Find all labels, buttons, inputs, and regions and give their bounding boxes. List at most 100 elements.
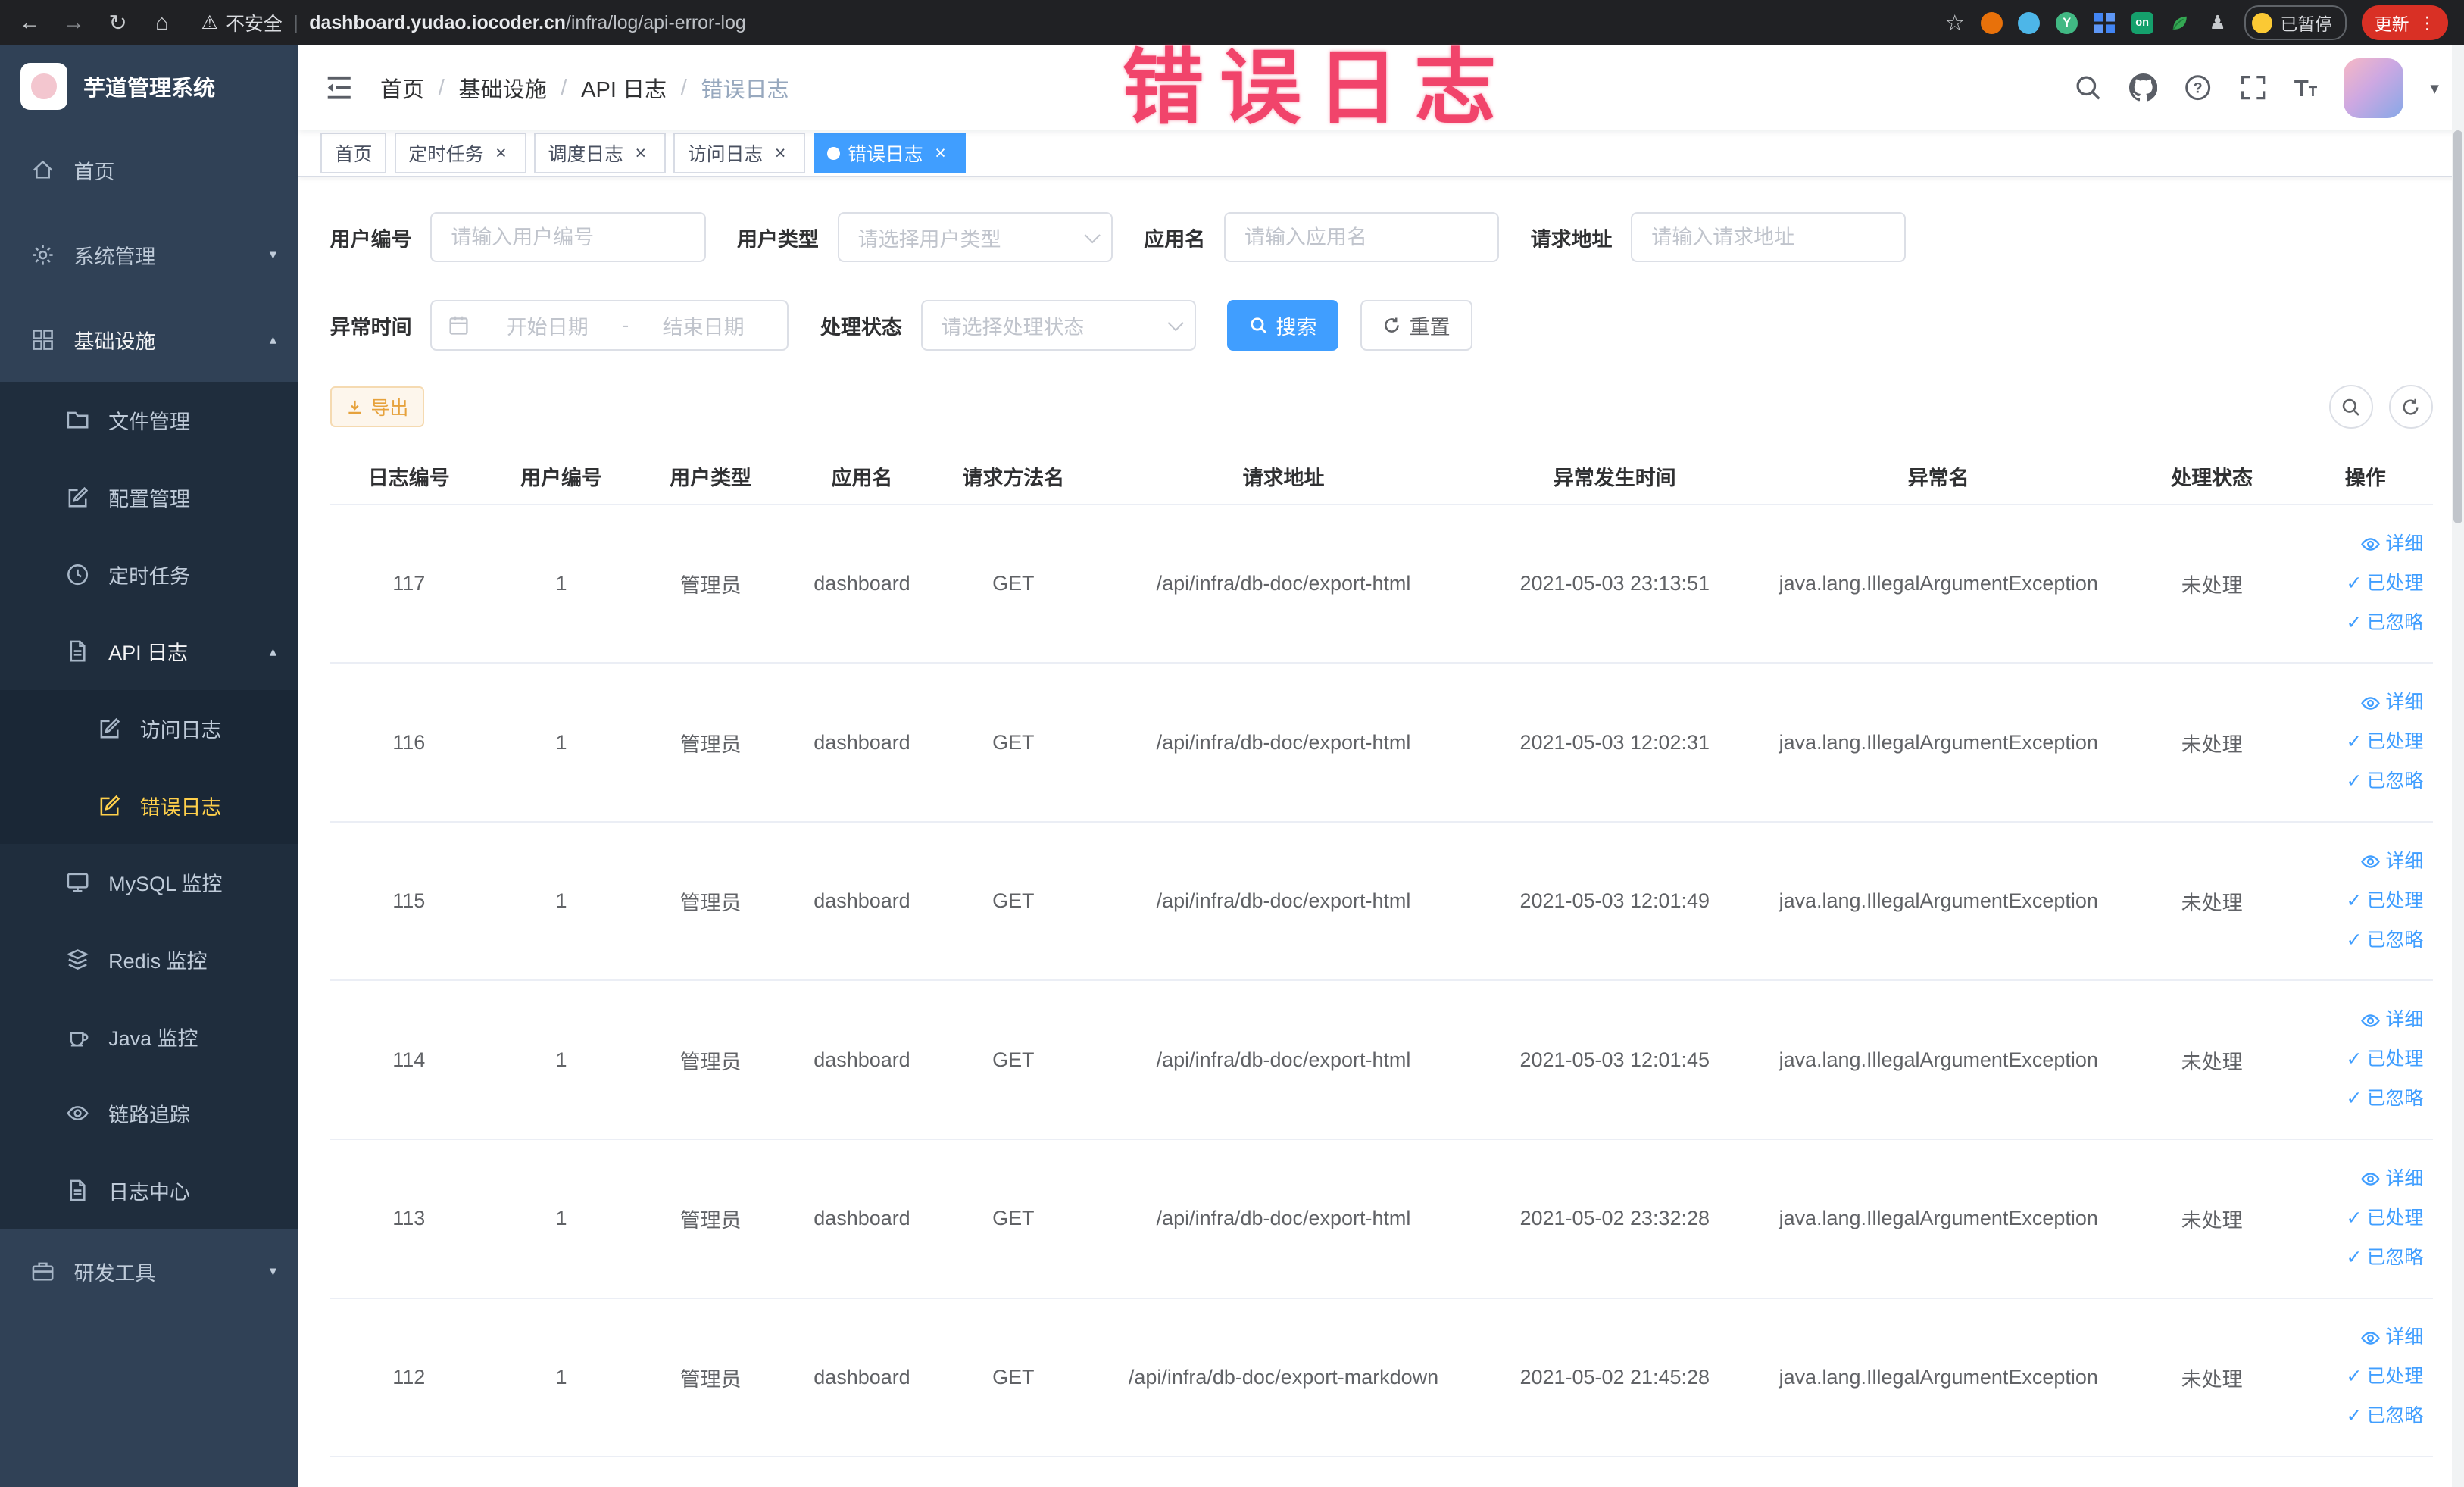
extension-icon-4[interactable] [2094,12,2116,34]
mark-processed-link[interactable]: ✓ 已处理 [2304,723,2424,762]
sidebar-toggle-button[interactable] [323,72,354,103]
page-scrollbar[interactable] [2451,45,2464,1487]
request-url-input[interactable] [1631,212,1907,263]
mark-processed-link[interactable]: ✓ 已处理 [2304,1199,2424,1239]
sidebar-item-infrastructure[interactable]: 基础设施 ▴ [0,297,298,382]
mark-ignored-link[interactable]: ✓ 已忽略 [2304,1397,2424,1436]
sidebar-item-file-management[interactable]: 文件管理 [0,382,299,459]
browser-home-button[interactable]: ⌂ [145,5,180,40]
breadcrumb-item-api-logs[interactable]: API 日志 [581,72,667,104]
extension-icon-3[interactable]: Y [2056,11,2078,34]
tab-scheduled-jobs[interactable]: 定时任务 × [394,133,526,174]
breadcrumb: 首页 / 基础设施 / API 日志 / 错误日志 [380,72,789,104]
tab-access-log[interactable]: 访问日志 × [673,133,806,174]
update-button[interactable]: 更新 ⋮ [2362,5,2449,40]
security-label: 不安全 [226,14,283,36]
tab-home[interactable]: 首页 [320,133,387,174]
mark-processed-link[interactable]: ✓ 已处理 [2304,1040,2424,1079]
breadcrumb-item-home[interactable]: 首页 [380,72,424,104]
sidebar-item-scheduled-jobs[interactable]: 定时任务 [0,536,299,614]
sidebar-item-mysql-monitor[interactable]: MySQL 监控 [0,844,299,921]
mark-processed-link[interactable]: ✓ 已处理 [2304,882,2424,921]
mark-ignored-link[interactable]: ✓ 已忽略 [2304,604,2424,643]
sidebar-item-dev-tools[interactable]: 研发工具 ▾ [0,1229,298,1314]
export-button[interactable]: 导出 [329,386,424,428]
fullscreen-icon[interactable] [2239,73,2267,102]
mark-ignored-link[interactable]: ✓ 已忽略 [2304,1079,2424,1119]
status-select[interactable]: 请选择处理状态 [920,300,1196,351]
close-icon[interactable]: × [629,142,651,164]
user-avatar[interactable] [2344,58,2404,118]
breadcrumb-item-error-log: 错误日志 [701,78,789,103]
mark-ignored-link[interactable]: ✓ 已忽略 [2304,921,2424,961]
processed-link-label: 已处理 [2366,1207,2424,1229]
cell-method: GET [937,821,1089,982]
extension-icon-2[interactable] [2018,11,2041,34]
detail-link[interactable]: 详细 [2304,525,2423,564]
mark-ignored-link[interactable]: ✓ 已忽略 [2304,762,2424,801]
date-range-picker[interactable]: 开始日期 - 结束日期 [430,300,789,351]
table-row: 117 1 管理员 dashboard GET /api/infra/db-do… [329,504,2433,664]
user-id-input[interactable] [430,212,706,263]
sidebar-item-config-management[interactable]: 配置管理 [0,458,299,536]
detail-link[interactable]: 详细 [2304,842,2423,882]
tab-schedule-log[interactable]: 调度日志 × [533,133,666,174]
sidebar-item-redis-monitor[interactable]: Redis 监控 [0,920,299,998]
close-icon[interactable]: × [770,142,792,164]
app-name-input[interactable] [1224,212,1500,263]
search-icon[interactable] [2074,73,2102,102]
back-button[interactable]: ← [13,5,48,40]
sidebar-item-api-logs[interactable]: API 日志 ▴ [0,613,299,690]
extension-icon-1[interactable] [1980,11,2003,34]
download-icon [345,398,364,417]
reload-button[interactable]: ↻ [101,5,136,40]
detail-link[interactable]: 详细 [2304,1001,2423,1040]
close-icon[interactable]: × [929,142,951,164]
browser-menu-kebab-icon[interactable]: ⋮ [2419,13,2436,33]
sidebar-item-log-center[interactable]: 日志中心 [0,1151,299,1229]
detail-link[interactable]: 详细 [2304,1318,2423,1357]
forward-button[interactable]: → [57,5,92,40]
reset-button[interactable]: 重置 [1360,300,1472,351]
eye-icon [2360,1011,2381,1031]
sidebar-item-label: 错误日志 [139,795,222,819]
detail-link[interactable]: 详细 [2304,1160,2423,1199]
profile-chip[interactable]: 已暂停 [2244,5,2347,40]
mark-ignored-link[interactable]: ✓ 已忽略 [2304,1239,2424,1278]
refresh-button[interactable] [2388,385,2433,430]
extension-icon-pawn[interactable]: ♟ [2206,12,2228,34]
extension-icon-on[interactable]: on [2131,11,2153,34]
github-icon[interactable] [2128,73,2158,102]
profile-avatar-icon [2252,12,2273,33]
reset-button-label: 重置 [1409,315,1451,339]
mark-processed-link[interactable]: ✓ 已处理 [2304,1357,2424,1397]
help-icon[interactable]: ? [2184,73,2212,102]
sidebar-item-trace[interactable]: 链路追踪 [0,1075,299,1152]
cell-exception-time: 2021-05-03 23:13:51 [1478,504,1752,664]
sidebar-item-system-management[interactable]: 系统管理 ▾ [0,212,298,297]
cell-user-type: 管理员 [635,663,787,823]
search-button[interactable]: 搜索 [1227,300,1339,351]
tab-label: 错误日志 [848,144,923,166]
sidebar-item-access-log[interactable]: 访问日志 [0,689,299,767]
font-size-icon[interactable]: TT [2294,77,2317,100]
bookmark-star-icon[interactable]: ☆ [1945,10,1965,36]
mark-processed-link[interactable]: ✓ 已处理 [2304,564,2424,604]
sidebar-item-home[interactable]: 首页 [0,127,298,212]
extension-icon-leaf[interactable] [2169,12,2191,34]
breadcrumb-item-infrastructure[interactable]: 基础设施 [459,72,547,104]
address-bar[interactable]: ⚠ 不安全 | dashboard.yudao.iocoder.cn/infra… [201,9,1945,36]
sidebar-item-error-log[interactable]: 错误日志 [0,767,299,845]
sidebar-item-java-monitor[interactable]: Java 监控 [0,998,299,1076]
table-row: 112 1 管理员 dashboard GET /api/infra/db-do… [329,1298,2433,1458]
close-icon[interactable]: × [490,142,512,164]
avatar-caret-icon[interactable]: ▾ [2430,78,2438,98]
table-row: 113 1 管理员 dashboard GET /api/infra/db-do… [329,1139,2433,1299]
detail-link[interactable]: 详细 [2304,683,2423,723]
search-toggle-button[interactable] [2328,385,2373,430]
scrollbar-thumb[interactable] [2453,130,2463,523]
user-type-select[interactable]: 请选择用户类型 [837,212,1113,263]
cell-method: GET [937,1139,1089,1299]
tab-error-log[interactable]: 错误日志 × [813,133,966,174]
filter-request-url: 请求地址 [1531,212,1907,263]
